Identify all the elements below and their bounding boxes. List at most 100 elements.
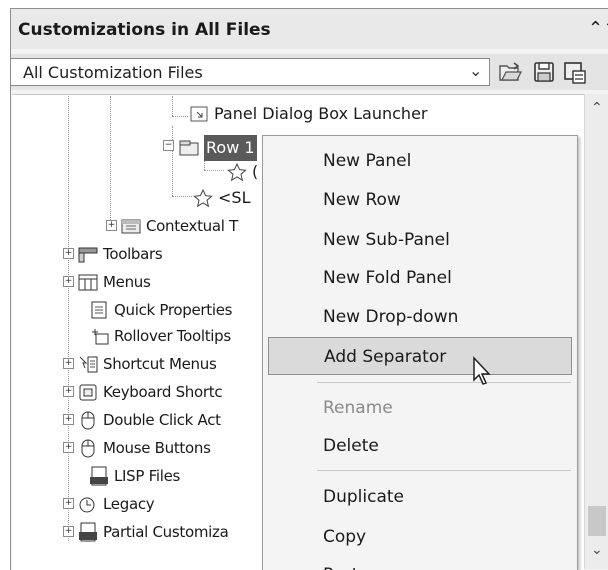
rollover-tooltip-icon bbox=[92, 328, 109, 344]
menu-item-label: Copy bbox=[323, 527, 367, 547]
keyboard-icon bbox=[79, 384, 97, 400]
expand-toggle[interactable]: + bbox=[106, 220, 117, 231]
tree-item-panel-dialog-box-launcher[interactable]: Panel Dialog Box Launcher bbox=[188, 100, 427, 126]
double-chevron-up-icon[interactable]: ⌃⌃ bbox=[588, 18, 608, 40]
expand-toggle[interactable]: + bbox=[63, 498, 74, 509]
menu-item-label: New Fold Panel bbox=[323, 268, 452, 288]
tree-item-quick-properties[interactable]: Quick Properties bbox=[88, 296, 233, 322]
tree-item-label: Mouse Buttons bbox=[103, 438, 211, 457]
tree-item-label: Toolbars bbox=[103, 244, 163, 263]
menu-item-label: Paste bbox=[323, 556, 369, 570]
menu-item-add-separator[interactable]: Add Separator bbox=[268, 337, 572, 375]
tree-line bbox=[172, 96, 173, 116]
tree-item-partial-customizations[interactable]: Partial Customiza bbox=[77, 518, 229, 544]
expand-toggle[interactable]: + bbox=[63, 442, 74, 453]
tree-item-label: Double Click Act bbox=[103, 410, 221, 429]
menu-item-copy[interactable]: Copy bbox=[263, 518, 577, 556]
collapse-toggle[interactable]: − bbox=[163, 140, 174, 151]
expand-toggle[interactable]: + bbox=[63, 526, 74, 537]
tree-item-shortcut-menus[interactable]: Shortcut Menus bbox=[77, 350, 217, 376]
menu-item-delete[interactable]: Delete bbox=[263, 427, 577, 465]
expand-toggle[interactable]: + bbox=[63, 276, 74, 287]
clock-icon bbox=[79, 497, 95, 512]
toolbar-icon bbox=[78, 247, 98, 262]
tree-line bbox=[172, 196, 192, 197]
tree-item-menus[interactable]: Menus bbox=[77, 268, 151, 294]
expand-toggle[interactable]: + bbox=[63, 386, 74, 397]
menu-item-paste[interactable]: Paste bbox=[263, 556, 577, 570]
tree-item-label: LISP Files bbox=[114, 466, 181, 485]
chevron-down-icon: ⌄ bbox=[469, 61, 483, 80]
tree-item-toolbars[interactable]: Toolbars bbox=[77, 240, 163, 266]
tree-item-label: <SL bbox=[218, 187, 251, 207]
scroll-thumb[interactable] bbox=[588, 506, 606, 536]
tree-item-label: Row 1 bbox=[204, 134, 257, 161]
row-icon bbox=[179, 140, 199, 155]
menu-item-new-drop-down[interactable]: New Drop-down bbox=[263, 298, 577, 336]
save-icon[interactable] bbox=[532, 60, 556, 84]
menu-item-label: New Drop-down bbox=[323, 307, 459, 327]
tree-line bbox=[68, 96, 69, 541]
load-partial-icon[interactable] bbox=[562, 60, 586, 84]
expand-toggle[interactable]: + bbox=[63, 414, 74, 425]
tree-item-double-click-actions[interactable]: Double Click Act bbox=[77, 406, 221, 432]
lisp-file-icon bbox=[90, 466, 108, 485]
menu-item-new-sub-panel[interactable]: New Sub-Panel bbox=[263, 221, 577, 259]
menu-item-new-row[interactable]: New Row bbox=[263, 181, 577, 219]
scroll-down-icon[interactable]: ⌄ bbox=[591, 542, 603, 558]
tree-item-label: Shortcut Menus bbox=[103, 354, 217, 373]
cui-file-icon bbox=[79, 522, 97, 541]
scroll-up-icon[interactable]: ⌃ bbox=[591, 100, 603, 116]
menu-item-label: Delete bbox=[323, 436, 379, 456]
menu-item-duplicate[interactable]: Duplicate bbox=[263, 478, 577, 516]
mouse-icon bbox=[81, 439, 95, 457]
expand-toggle[interactable]: + bbox=[63, 358, 74, 369]
menu-separator bbox=[317, 470, 571, 471]
star-icon bbox=[227, 162, 247, 181]
tree-item-label: Keyboard Shortc bbox=[103, 382, 223, 401]
menu-separator bbox=[317, 382, 571, 383]
tree-scrollbar[interactable]: ⌃ ⌄ bbox=[584, 94, 608, 569]
menu-item-new-panel[interactable]: New Panel bbox=[263, 142, 577, 180]
tree-item-mouse-buttons[interactable]: Mouse Buttons bbox=[77, 434, 211, 460]
menu-item-label: New Row bbox=[323, 190, 401, 210]
tree-item-label: Menus bbox=[103, 272, 151, 291]
tree-item-label: ( bbox=[252, 161, 259, 181]
menu-item-new-fold-panel[interactable]: New Fold Panel bbox=[263, 259, 577, 297]
tree-item-rollover-tooltips[interactable]: Rollover Tooltips bbox=[88, 322, 231, 348]
menu-item-label: Add Separator bbox=[324, 347, 447, 367]
context-menu: New Panel New Row New Sub-Panel New Fold… bbox=[262, 135, 578, 570]
tree-item-row1-child[interactable]: ( bbox=[226, 158, 258, 184]
quick-properties-icon bbox=[91, 301, 107, 318]
tree-item-lisp-files[interactable]: LISP Files bbox=[88, 462, 180, 488]
customization-files-select[interactable]: All Customization Files ⌄ bbox=[10, 58, 490, 86]
tree-item-label: Legacy bbox=[103, 494, 155, 513]
contextual-tab-icon bbox=[121, 219, 141, 233]
shortcut-menu-icon bbox=[79, 356, 98, 372]
tree-line bbox=[172, 116, 188, 117]
tree-item-label: Quick Properties bbox=[114, 300, 233, 319]
menu-item-label: New Panel bbox=[323, 151, 412, 171]
menu-item-label: New Sub-Panel bbox=[323, 230, 450, 250]
tree-item-legacy[interactable]: Legacy bbox=[77, 490, 155, 516]
menu-item-rename: Rename bbox=[263, 389, 577, 427]
tree-line bbox=[110, 96, 111, 226]
tree-item-label: Panel Dialog Box Launcher bbox=[214, 103, 428, 123]
menu-item-label: Duplicate bbox=[323, 487, 404, 507]
dialog-launcher-icon bbox=[190, 106, 208, 121]
tree-item-keyboard-shortcuts[interactable]: Keyboard Shortc bbox=[77, 378, 223, 404]
tree-item-slideout[interactable]: <SL bbox=[192, 184, 250, 210]
tree-item-row1[interactable]: Row 1 bbox=[178, 134, 257, 161]
palette-title: Customizations in All Files bbox=[18, 20, 271, 40]
expand-toggle[interactable]: + bbox=[63, 248, 74, 259]
menu-item-label: Rename bbox=[323, 398, 393, 418]
tree-line bbox=[204, 170, 224, 171]
mouse-icon bbox=[81, 411, 95, 429]
tree-item-label: Rollover Tooltips bbox=[114, 326, 231, 345]
tree-item-label: Contextual T bbox=[146, 216, 238, 235]
tree-item-label: Partial Customiza bbox=[103, 522, 229, 541]
mouse-pointer-icon bbox=[473, 356, 491, 385]
tree-item-contextual-tabs[interactable]: Contextual T bbox=[120, 212, 238, 238]
open-file-icon[interactable] bbox=[498, 60, 522, 84]
star-icon bbox=[193, 188, 213, 207]
